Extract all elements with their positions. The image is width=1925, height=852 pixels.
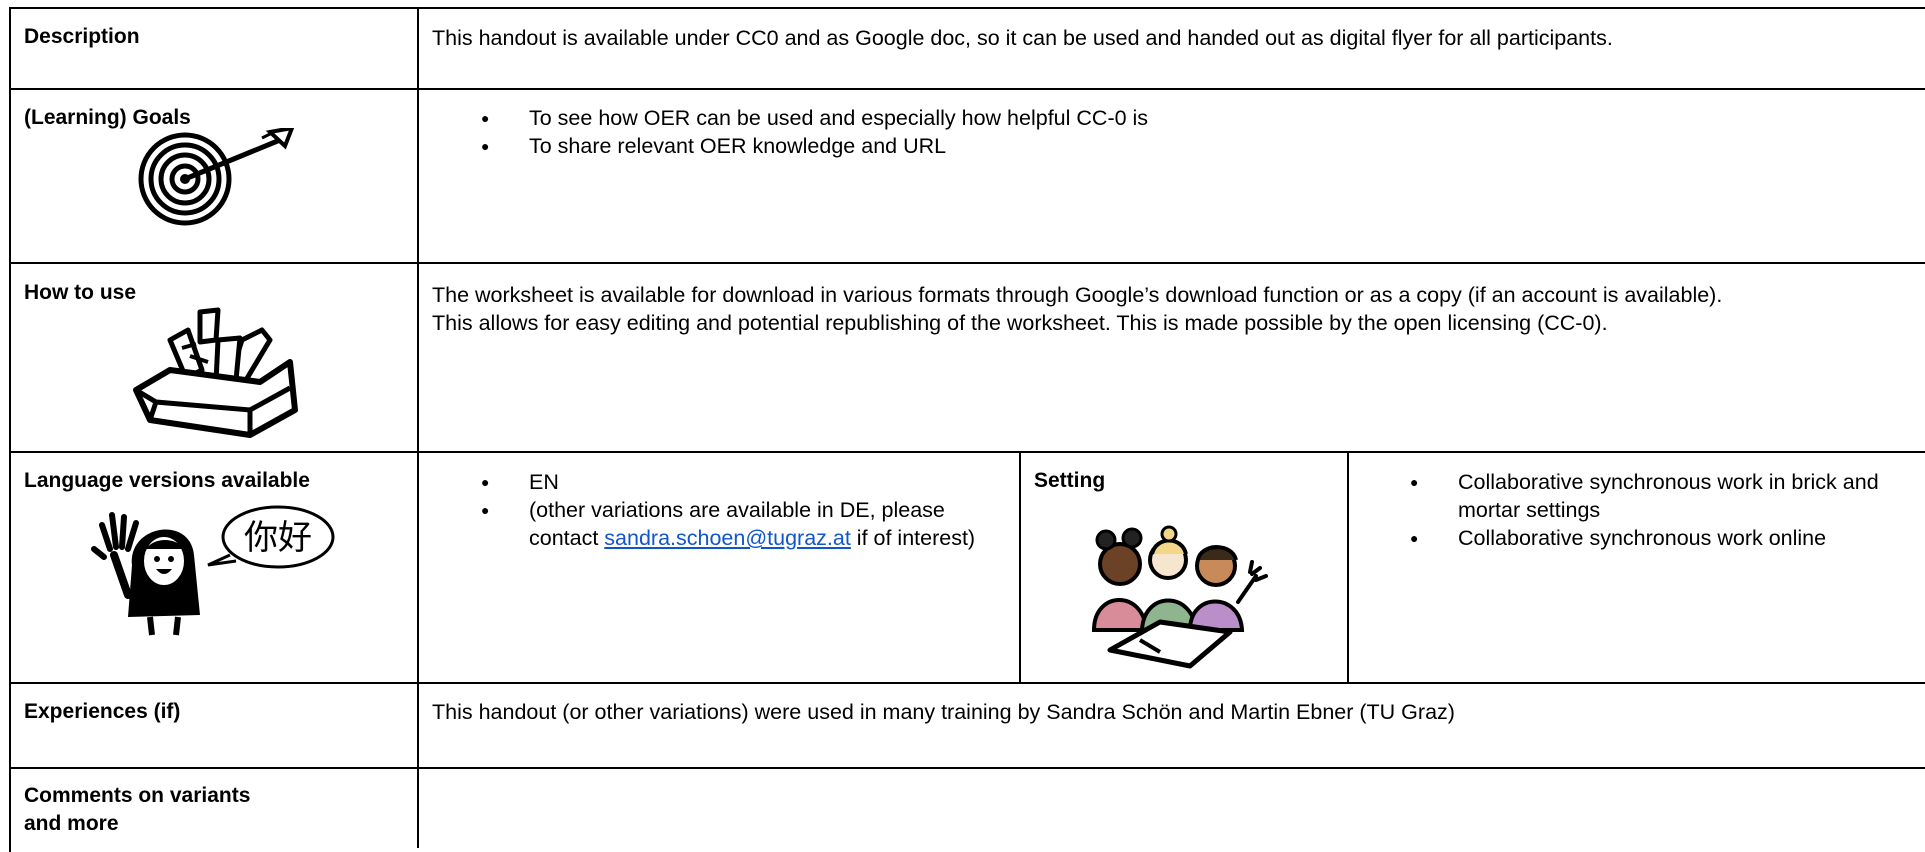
row-divider [9, 451, 1925, 453]
how-to-use-line-1: The worksheet is available for download … [432, 283, 1723, 307]
target-icon [138, 128, 295, 226]
list-item: EN [481, 468, 1001, 496]
group-work-icon [1091, 525, 1268, 669]
greeting-text: 你好 [244, 518, 312, 558]
setting-label: Setting [1034, 469, 1106, 492]
column-divider [1347, 452, 1349, 683]
list-item: (other variations are available in DE, p… [481, 496, 1001, 552]
description-text: This handout is available under CC0 and … [432, 26, 1613, 50]
languages-label: Language versions available [24, 469, 310, 492]
row-divider [9, 88, 1925, 90]
list-item: To share relevant OER knowledge and URL [481, 132, 1148, 160]
list-item: Collaborative synchronous work online [1410, 524, 1900, 552]
column-divider [1019, 452, 1021, 683]
setting-list: Collaborative synchronous work in brick … [1410, 468, 1900, 552]
description-label: Description [24, 25, 140, 48]
greeting-person-icon: 你好 [91, 505, 335, 636]
column-divider [417, 7, 419, 848]
row-divider [9, 262, 1925, 264]
languages-list: EN (other variations are available in DE… [481, 468, 1001, 552]
experiences-label: Experiences (if) [24, 700, 181, 723]
goals-list: To see how OER can be used and especiall… [481, 104, 1148, 160]
experiences-text: This handout (or other variations) were … [432, 700, 1455, 724]
comments-label-line-1: Comments on variants [24, 784, 251, 807]
row-divider [9, 682, 1925, 684]
how-to-use-line-2: This allows for easy editing and potenti… [432, 311, 1608, 335]
list-item: Collaborative synchronous work in brick … [1410, 468, 1900, 524]
list-item: To see how OER can be used and especiall… [481, 104, 1148, 132]
how-to-use-label: How to use [24, 281, 137, 304]
comments-label-line-2: and more [24, 812, 119, 835]
email-link[interactable]: sandra.schoen@tugraz.at [604, 526, 851, 550]
toolbox-icon [133, 307, 298, 438]
row-divider [9, 767, 1925, 769]
languages-note-text: if of interest) [850, 526, 976, 550]
